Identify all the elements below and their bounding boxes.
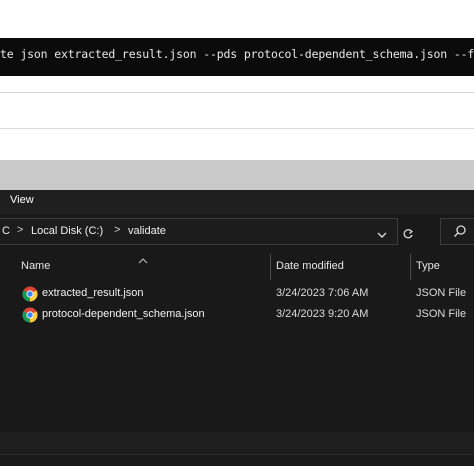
column-divider[interactable] <box>410 254 411 280</box>
terminal-command-bar: te json extracted_result.json --pds prot… <box>0 38 474 76</box>
menu-view[interactable]: View <box>10 194 34 206</box>
file-name: protocol-dependent_schema.json <box>42 308 205 320</box>
top-background <box>0 0 474 38</box>
search-icon <box>453 224 467 243</box>
status-bar <box>0 432 474 454</box>
search-input[interactable] <box>440 218 474 245</box>
window-bottom-edge <box>0 454 474 466</box>
column-header-date-modified[interactable]: Date modified <box>276 260 344 272</box>
file-row[interactable]: extracted_result.json 3/24/2023 7:06 AM … <box>0 284 474 304</box>
bottom-background <box>0 466 474 474</box>
file-type: JSON File <box>416 308 467 320</box>
chrome-icon <box>22 286 38 302</box>
address-bar[interactable]: C > Local Disk (C:) > validate <box>0 218 414 245</box>
divider <box>0 128 474 129</box>
breadcrumb-local-disk[interactable]: Local Disk (C:) <box>31 225 103 237</box>
terminal-command-text: te json extracted_result.json --pds prot… <box>0 47 474 61</box>
blank-document-area <box>0 76 474 166</box>
file-name: extracted_result.json <box>42 287 144 299</box>
breadcrumb-separator[interactable]: > <box>17 224 23 236</box>
column-header-name[interactable]: Name <box>21 260 50 272</box>
explorer-title-bar <box>0 160 474 190</box>
divider <box>0 92 474 93</box>
breadcrumb-validate[interactable]: validate <box>128 225 166 237</box>
file-date: 3/24/2023 7:06 AM <box>276 287 369 299</box>
refresh-icon[interactable] <box>402 227 414 245</box>
chrome-icon <box>22 307 38 323</box>
column-header-type[interactable]: Type <box>416 260 440 272</box>
column-divider[interactable] <box>270 254 271 280</box>
file-date: 3/24/2023 9:20 AM <box>276 308 369 320</box>
breadcrumb-separator[interactable]: > <box>114 224 120 236</box>
file-type: JSON File <box>416 287 467 299</box>
breadcrumb-this-pc[interactable]: C <box>2 225 10 237</box>
chevron-down-icon[interactable] <box>376 227 388 245</box>
file-row[interactable]: protocol-dependent_schema.json 3/24/2023… <box>0 305 474 325</box>
column-header-row: Name Date modified Type <box>0 250 474 282</box>
menu-bar: View <box>0 190 474 214</box>
file-list: Name Date modified Type extracted_result… <box>0 250 474 432</box>
sort-caret-icon <box>138 251 148 269</box>
address-row: C > Local Disk (C:) > validate <box>0 214 474 250</box>
